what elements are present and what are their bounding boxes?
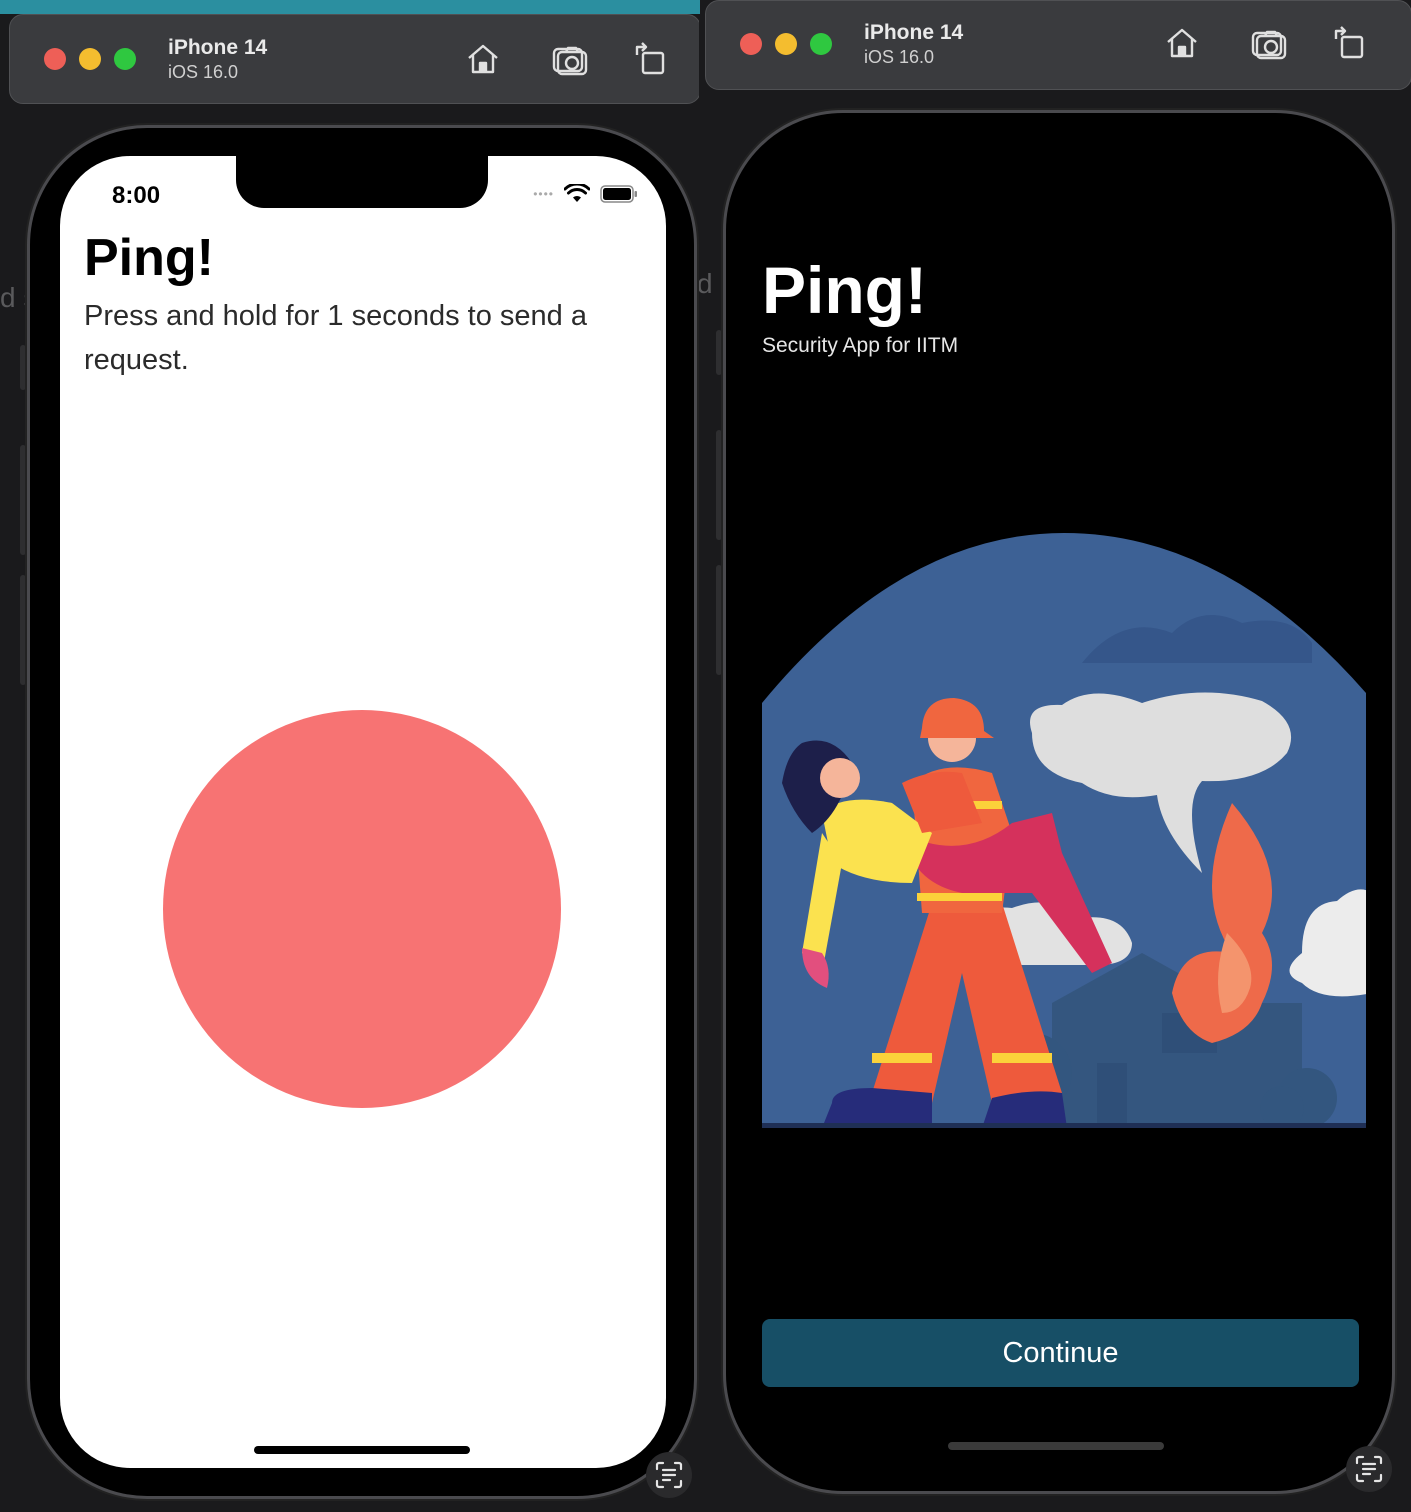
text-scan-icon[interactable] — [646, 1452, 692, 1498]
device-name: iPhone 14 — [864, 21, 964, 44]
side-button-mark — [716, 430, 722, 540]
firefighter-rescue-illustration — [762, 533, 1366, 1128]
iphone-frame: 8:00 •••• Ping! Press and hold for 1 sec… — [27, 125, 697, 1499]
cellular-signal-icon: •••• — [533, 187, 554, 201]
screenshot-camera-icon[interactable] — [552, 41, 588, 77]
simulator-titlebar: iPhone 14 iOS 16.0 — [705, 0, 1411, 90]
ping-hold-button[interactable] — [163, 710, 561, 1108]
side-button-mark — [716, 565, 722, 675]
home-indicator[interactable] — [948, 1442, 1164, 1450]
phone-screen: Ping! Security App for IITM Continue — [741, 128, 1377, 1476]
page-subtitle: Security App for IITM — [762, 334, 959, 357]
minimize-window-button[interactable] — [79, 48, 101, 70]
side-button-mark — [20, 445, 26, 555]
os-version: iOS 16.0 — [168, 62, 239, 82]
home-icon[interactable] — [465, 41, 501, 77]
page-title: Ping! — [762, 253, 927, 327]
continue-button[interactable]: Continue — [762, 1319, 1359, 1387]
simulator-window-left: d s iPhone 14 iOS 16.0 8:00 •••• Ping! P… — [0, 0, 699, 1512]
home-icon[interactable] — [1164, 25, 1200, 61]
minimize-window-button[interactable] — [775, 33, 797, 55]
simulator-title: iPhone 14 iOS 16.0 — [168, 35, 267, 83]
text-scan-icon[interactable] — [1346, 1446, 1392, 1492]
simulator-title: iPhone 14 iOS 16.0 — [864, 20, 963, 68]
status-time: 8:00 — [112, 182, 161, 209]
phone-notch — [236, 156, 488, 208]
rotate-icon[interactable] — [1332, 25, 1368, 61]
side-button-mark — [20, 345, 26, 390]
wifi-icon — [564, 184, 590, 202]
status-icons: •••• — [533, 184, 638, 204]
close-window-button[interactable] — [44, 48, 66, 70]
side-button-mark — [716, 330, 722, 375]
home-indicator[interactable] — [254, 1446, 470, 1454]
instruction-text: Press and hold for 1 seconds to send a r… — [84, 300, 587, 376]
close-window-button[interactable] — [740, 33, 762, 55]
device-name: iPhone 14 — [168, 36, 268, 59]
simulator-titlebar: iPhone 14 iOS 16.0 — [9, 14, 699, 104]
simulator-window-right: d s iPhone 14 iOS 16.0 Ping! Security Ap… — [699, 0, 1411, 1512]
phone-screen: 8:00 •••• Ping! Press and hold for 1 sec… — [60, 156, 666, 1468]
zoom-window-button[interactable] — [114, 48, 136, 70]
os-version: iOS 16.0 — [864, 47, 935, 67]
iphone-frame: Ping! Security App for IITM Continue — [723, 110, 1395, 1494]
side-button-mark — [20, 575, 26, 685]
rotate-icon[interactable] — [633, 41, 669, 77]
zoom-window-button[interactable] — [810, 33, 832, 55]
page-title: Ping! — [84, 229, 214, 287]
screenshot-camera-icon[interactable] — [1251, 25, 1287, 61]
battery-icon — [600, 185, 637, 203]
